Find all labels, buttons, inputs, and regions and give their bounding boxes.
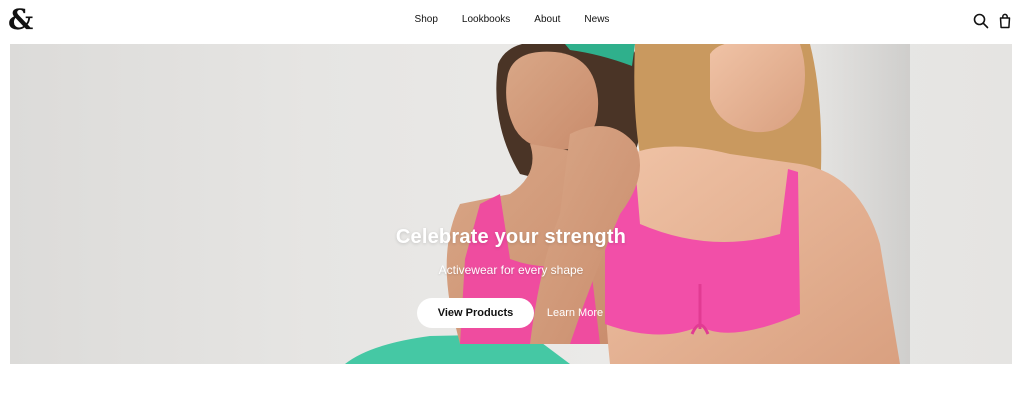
nav-item-shop[interactable]: Shop [415,13,438,27]
nav-item-about[interactable]: About [534,13,560,27]
site-header: & Shop Lookbooks About News [0,0,1024,44]
hero-banner: Celebrate your strength Activewear for e… [10,44,1012,364]
learn-more-link[interactable]: Learn More [542,298,608,328]
search-icon[interactable] [972,12,990,30]
main-navigation: Shop Lookbooks About News [0,13,1024,27]
nav-item-lookbooks[interactable]: Lookbooks [462,13,510,27]
hero-subtitle: Activewear for every shape [438,263,584,277]
nav-item-news[interactable]: News [584,13,609,27]
header-icons [972,12,1016,30]
view-products-button[interactable]: View Products [417,298,534,328]
shopping-bag-icon[interactable] [996,12,1014,30]
hero-title: Celebrate your strength [395,226,627,248]
